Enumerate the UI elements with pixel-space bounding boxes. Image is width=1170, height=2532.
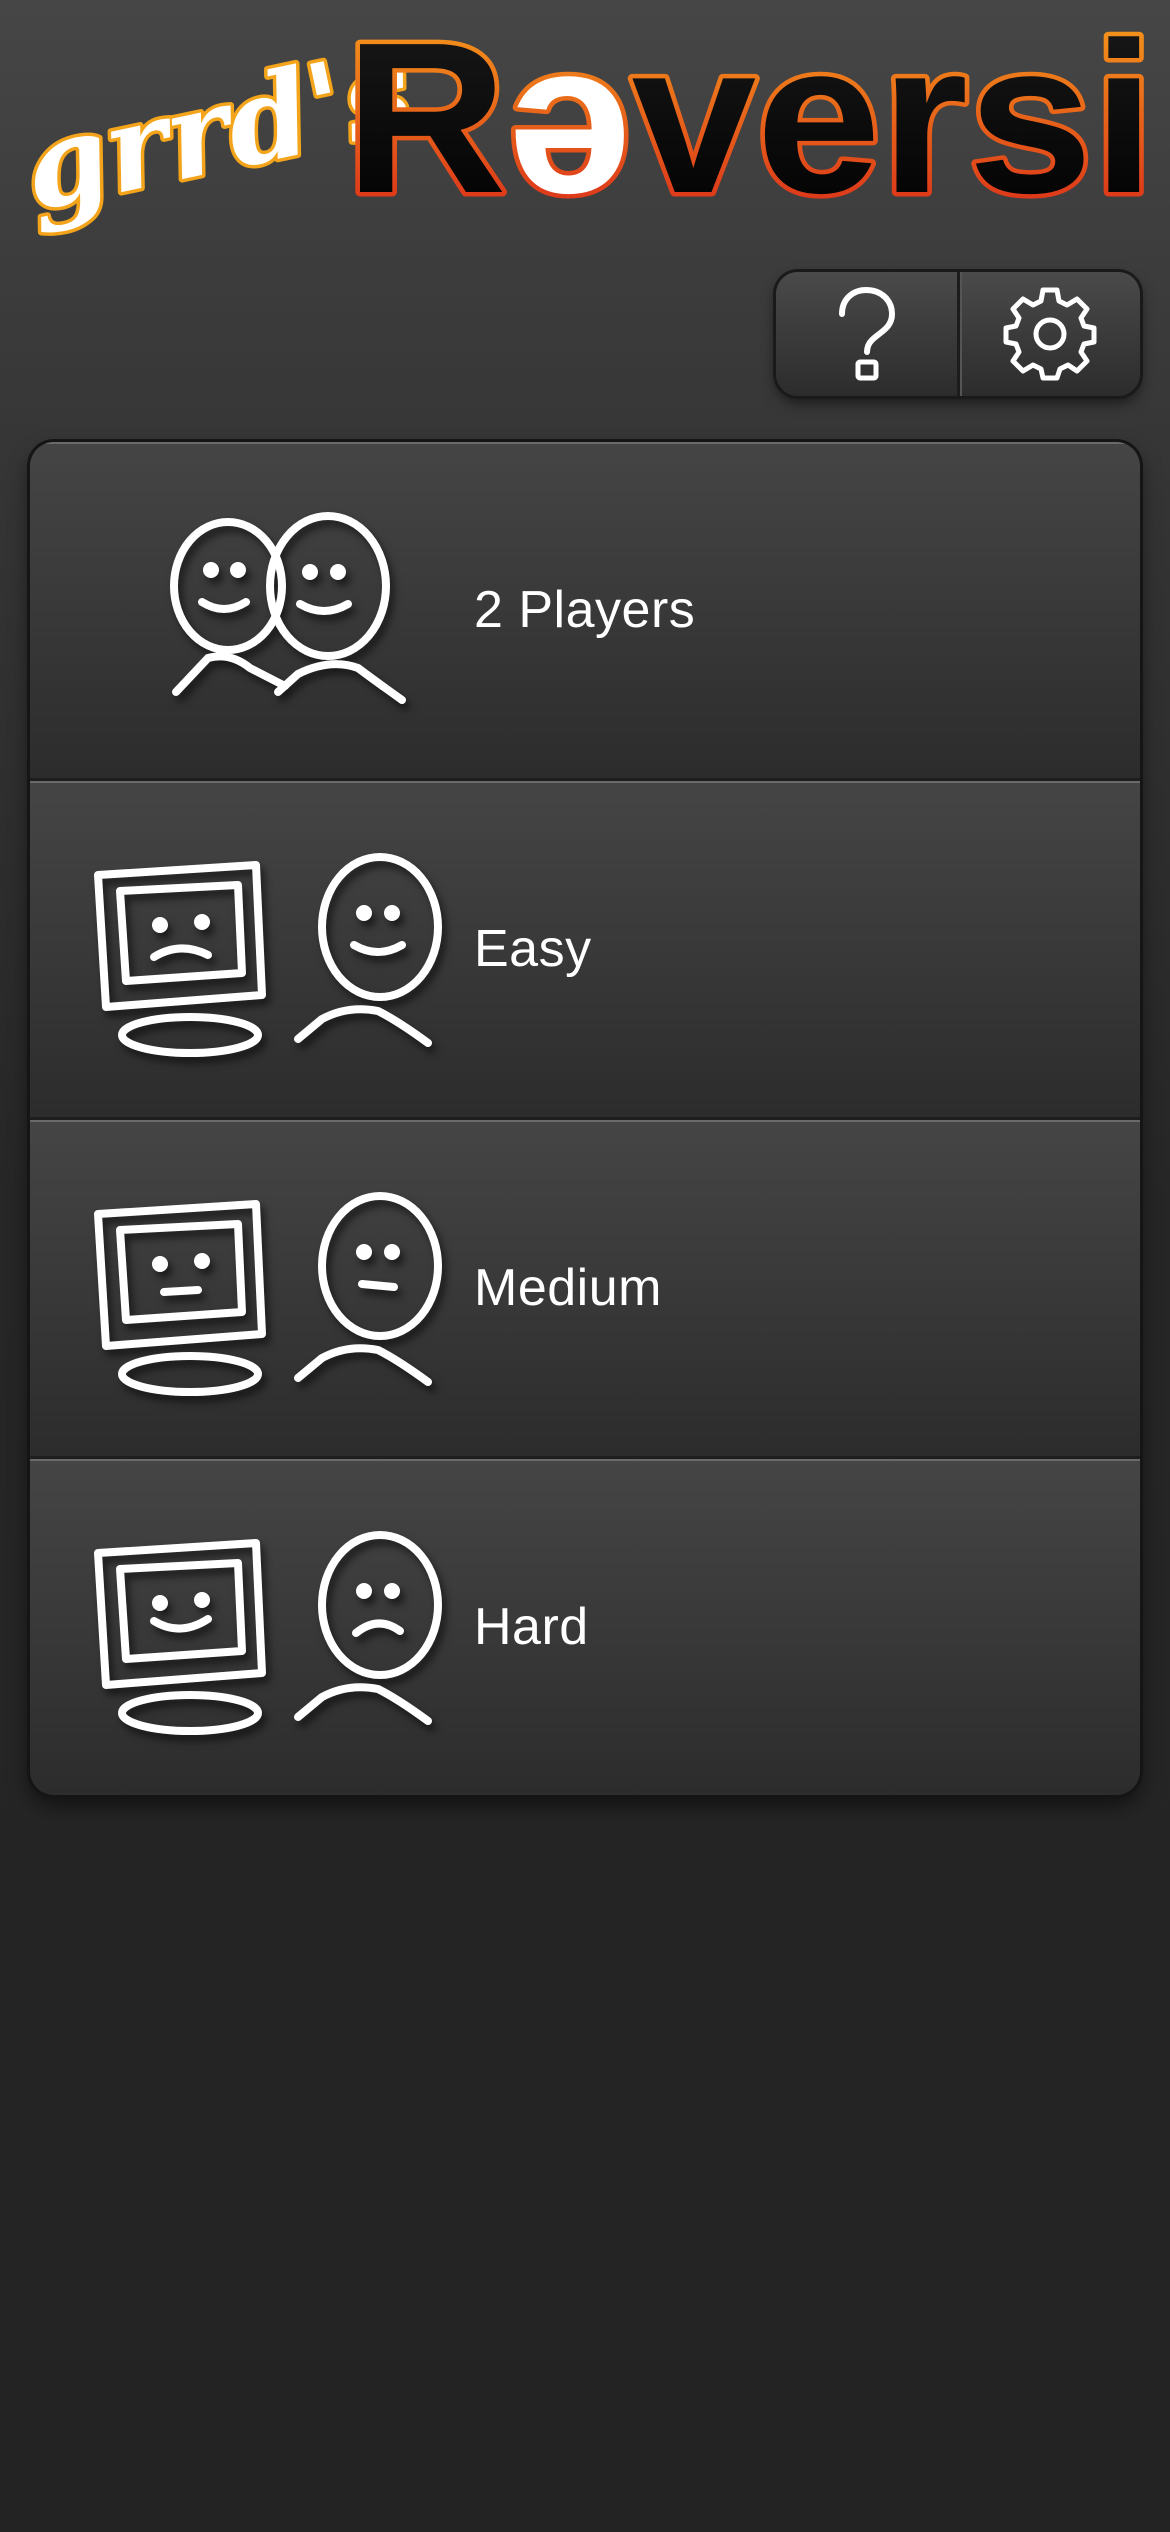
menu-item-label: Easy	[474, 920, 592, 978]
logo-title-part3: versi	[632, 0, 1155, 238]
logo-title-part1: R	[345, 0, 507, 238]
menu-item-hard[interactable]: Hard	[30, 1459, 1140, 1795]
top-toolbar	[776, 272, 1140, 396]
menu-item-easy[interactable]: Easy	[30, 781, 1140, 1120]
app-logo: grrd's Rəversi	[0, 0, 1170, 240]
two-players-icon	[170, 512, 406, 704]
computer-easy-icon	[94, 853, 442, 1057]
menu-item-label: 2 Players	[474, 581, 696, 639]
question-mark-icon	[839, 286, 896, 381]
logo-title-part2: ə	[507, 0, 632, 238]
gear-icon	[1003, 287, 1097, 381]
settings-button[interactable]	[956, 272, 1141, 396]
menu-item-label: Hard	[474, 1598, 589, 1656]
menu-item-two-players[interactable]: 2 Players	[30, 442, 1140, 781]
menu-item-label: Medium	[474, 1259, 662, 1317]
help-button[interactable]	[776, 272, 957, 396]
computer-medium-icon	[94, 1192, 442, 1396]
logo-title: Rəversi	[345, 0, 1155, 238]
menu-item-medium[interactable]: Medium	[30, 1120, 1140, 1459]
computer-hard-icon	[94, 1531, 442, 1735]
game-mode-menu: 2 Players Easy Medium Hard	[30, 442, 1140, 1795]
